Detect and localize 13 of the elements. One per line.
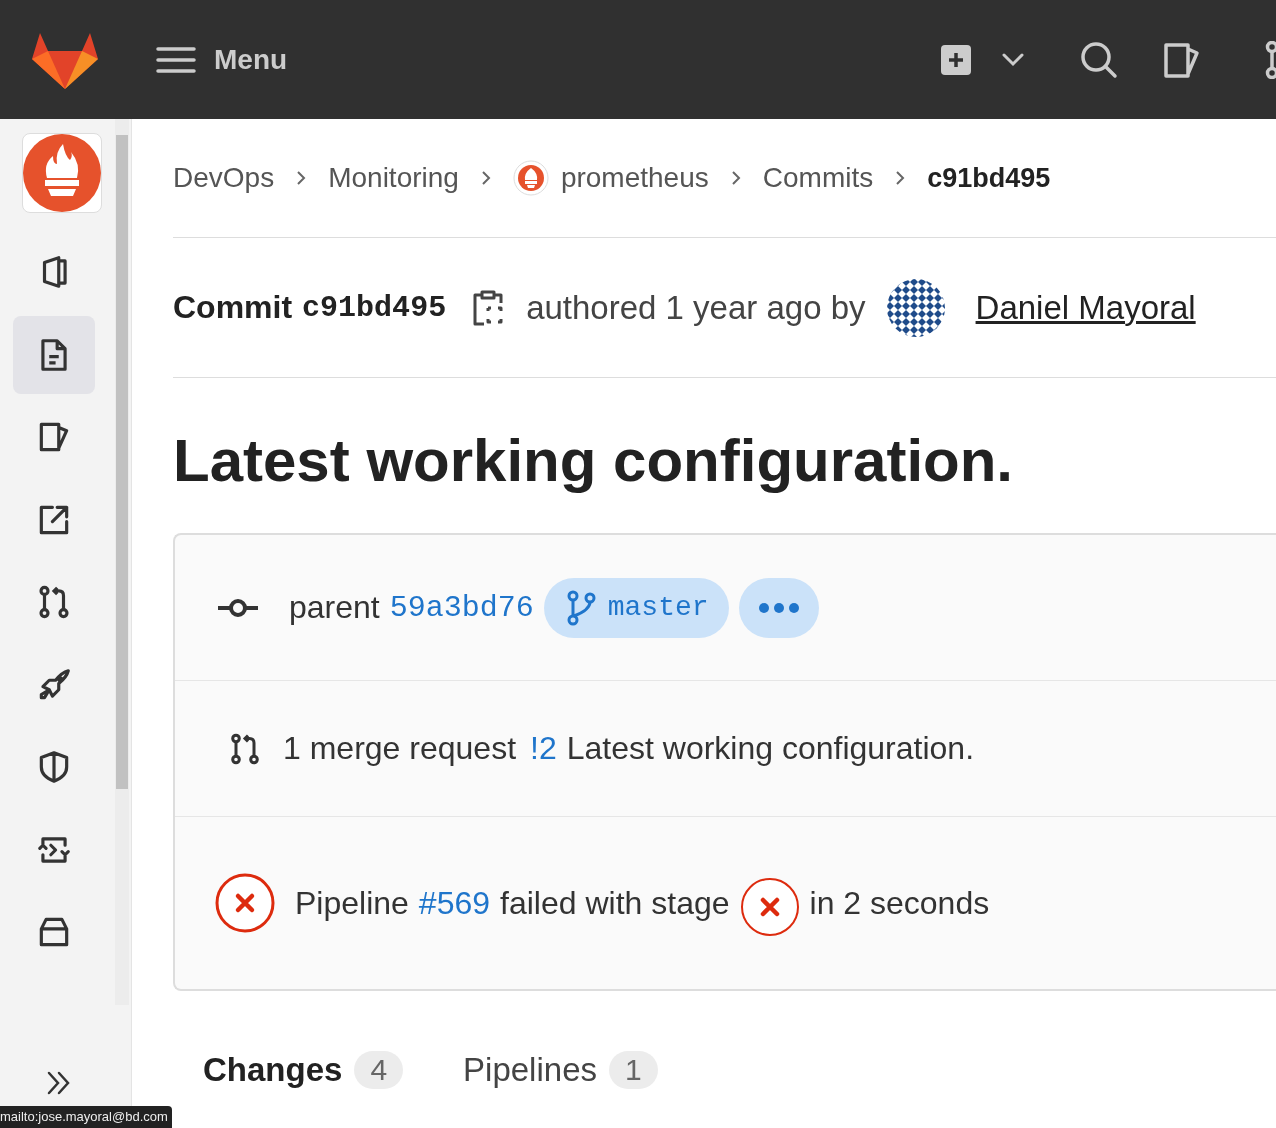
commit-sha: c91bd495	[302, 290, 447, 325]
parent-label: parent	[289, 589, 380, 626]
merge-request-count: 1 merge request	[283, 730, 516, 767]
pipeline-duration: in 2 seconds	[809, 884, 990, 922]
commit-title: Latest working configuration.	[173, 426, 1015, 495]
authored-text: authored 1 year ago by	[526, 288, 866, 327]
commit-label: Commit	[173, 289, 293, 326]
tab-count: 1	[609, 1051, 658, 1089]
tab-count: 4	[354, 1051, 404, 1089]
status-link-tooltip: mailto:jose.mayoral@bd.com	[0, 1106, 172, 1128]
merge-request-title: Latest working configuration.	[566, 730, 975, 767]
pipeline-status-text: failed with stage	[500, 884, 730, 922]
pipeline-label: Pipeline	[295, 884, 409, 922]
